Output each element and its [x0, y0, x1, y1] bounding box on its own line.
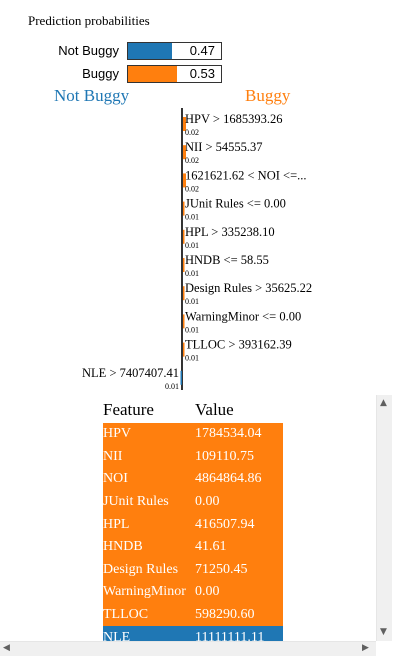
contribution-value-label: 0.01 — [185, 269, 199, 278]
feature-condition-label: NII > 54555.37 — [185, 140, 263, 154]
feature-condition-label: Design Rules > 35625.22 — [185, 281, 312, 295]
scroll-right-arrow-icon[interactable]: ▶ — [362, 643, 369, 653]
probability-row-buggy: Buggy 0.53 — [0, 65, 230, 83]
prediction-probabilities-title: Prediction probabilities — [28, 13, 150, 28]
feature-value-cell: 41.61 — [195, 539, 227, 555]
feature-name-cell: HNDB — [103, 539, 143, 555]
scroll-up-arrow-icon[interactable]: ▲ — [380, 398, 387, 408]
probability-bar: 0.47 — [127, 42, 222, 60]
feature-name-cell: NII — [103, 448, 123, 464]
feature-condition-label: HPV > 1685393.26 — [185, 112, 282, 126]
feature-value-cell: 0.00 — [195, 494, 220, 510]
feature-value-cell: 598290.60 — [195, 607, 255, 623]
probability-label: Buggy — [82, 66, 119, 81]
feature-condition-label: HNDB <= 58.55 — [185, 253, 269, 267]
contribution-bar — [180, 370, 182, 385]
contribution-value-label: 0.02 — [185, 128, 199, 137]
feature-value-table-panel: Feature Value HPV 1784534.04 NII 109110.75 N… — [0, 395, 392, 656]
contribution-value-label: 0.01 — [185, 241, 199, 250]
horizontal-scrollbar[interactable]: ◀ ▶ — [0, 641, 376, 656]
column-header-value: Value — [195, 400, 234, 419]
probability-bar: 0.53 — [127, 65, 222, 83]
probability-value: 0.53 — [189, 66, 215, 81]
contribution-value-label: 0.02 — [185, 156, 199, 165]
table-row: WarningMinor 0.00 — [103, 581, 283, 604]
probability-row-not-buggy: Not Buggy 0.47 — [0, 42, 230, 60]
contribution-value-label: 0.01 — [185, 297, 199, 306]
table-header-row: Feature Value — [103, 397, 283, 423]
scroll-left-arrow-icon[interactable]: ◀ — [3, 643, 10, 653]
feature-value-cell: 0.00 — [195, 584, 220, 600]
feature-name-cell: NOI — [103, 471, 128, 487]
table-row: TLLOC 598290.60 — [103, 603, 283, 627]
feature-name-cell: HPL — [103, 516, 130, 532]
contribution-value-label: 0.02 — [185, 184, 199, 193]
table-row: JUnit Rules 0.00 — [103, 490, 283, 514]
feature-value-cell: 4864864.86 — [195, 471, 262, 487]
table-row: HPV 1784534.04 — [103, 423, 283, 446]
table-row: HNDB 41.61 — [103, 535, 283, 559]
contribution-value-label: 0.01 — [185, 213, 199, 222]
feature-condition-label: WarningMinor <= 0.00 — [185, 309, 301, 323]
feature-value-cell: 109110.75 — [195, 448, 254, 464]
feature-name-cell: JUnit Rules — [103, 494, 169, 510]
feature-contribution-chart: HPV > 1685393.26 0.02 NII > 54555.37 0.02 16… — [82, 108, 312, 391]
probability-label: Not Buggy — [58, 43, 119, 58]
probability-fill — [128, 66, 178, 82]
class-label-buggy: Buggy — [245, 86, 291, 105]
feature-condition-label: 1621621.62 < NOI <=... — [185, 168, 307, 182]
table-row: NII 109110.75 — [103, 445, 283, 469]
table-row: Design Rules 71250.45 — [103, 558, 283, 582]
probability-fill — [128, 43, 172, 59]
feature-condition-label: NLE > 7407407.41 — [82, 366, 179, 380]
feature-name-cell: HPV — [103, 426, 132, 442]
probability-value: 0.47 — [189, 43, 215, 58]
contribution-value-label: 0.01 — [185, 325, 199, 334]
feature-name-cell: TLLOC — [103, 607, 149, 623]
feature-condition-label: TLLOC > 393162.39 — [185, 338, 292, 352]
column-header-feature: Feature — [103, 400, 154, 419]
scroll-down-arrow-icon[interactable]: ▼ — [380, 627, 387, 637]
feature-name-cell: WarningMinor — [103, 584, 186, 600]
feature-value-cell: 71250.45 — [195, 561, 248, 577]
feature-name-cell: Design Rules — [103, 561, 179, 577]
feature-condition-label: JUnit Rules <= 0.00 — [185, 197, 286, 211]
table-row: NOI 4864864.86 — [103, 468, 283, 491]
contribution-value-label: 0.01 — [185, 354, 199, 363]
contribution-value-label: 0.01 — [165, 382, 179, 391]
vertical-scrollbar[interactable]: ▲ ▼ — [376, 395, 392, 641]
feature-value-cell: 416507.94 — [195, 516, 255, 532]
feature-value-cell: 1784534.04 — [195, 426, 262, 442]
class-label-not-buggy: Not Buggy — [54, 86, 130, 105]
feature-condition-label: HPL > 335238.10 — [185, 225, 275, 239]
feature-value-table: Feature Value HPV 1784534.04 NII 109110.75 N… — [103, 397, 283, 649]
table-row: HPL 416507.94 — [103, 513, 283, 536]
